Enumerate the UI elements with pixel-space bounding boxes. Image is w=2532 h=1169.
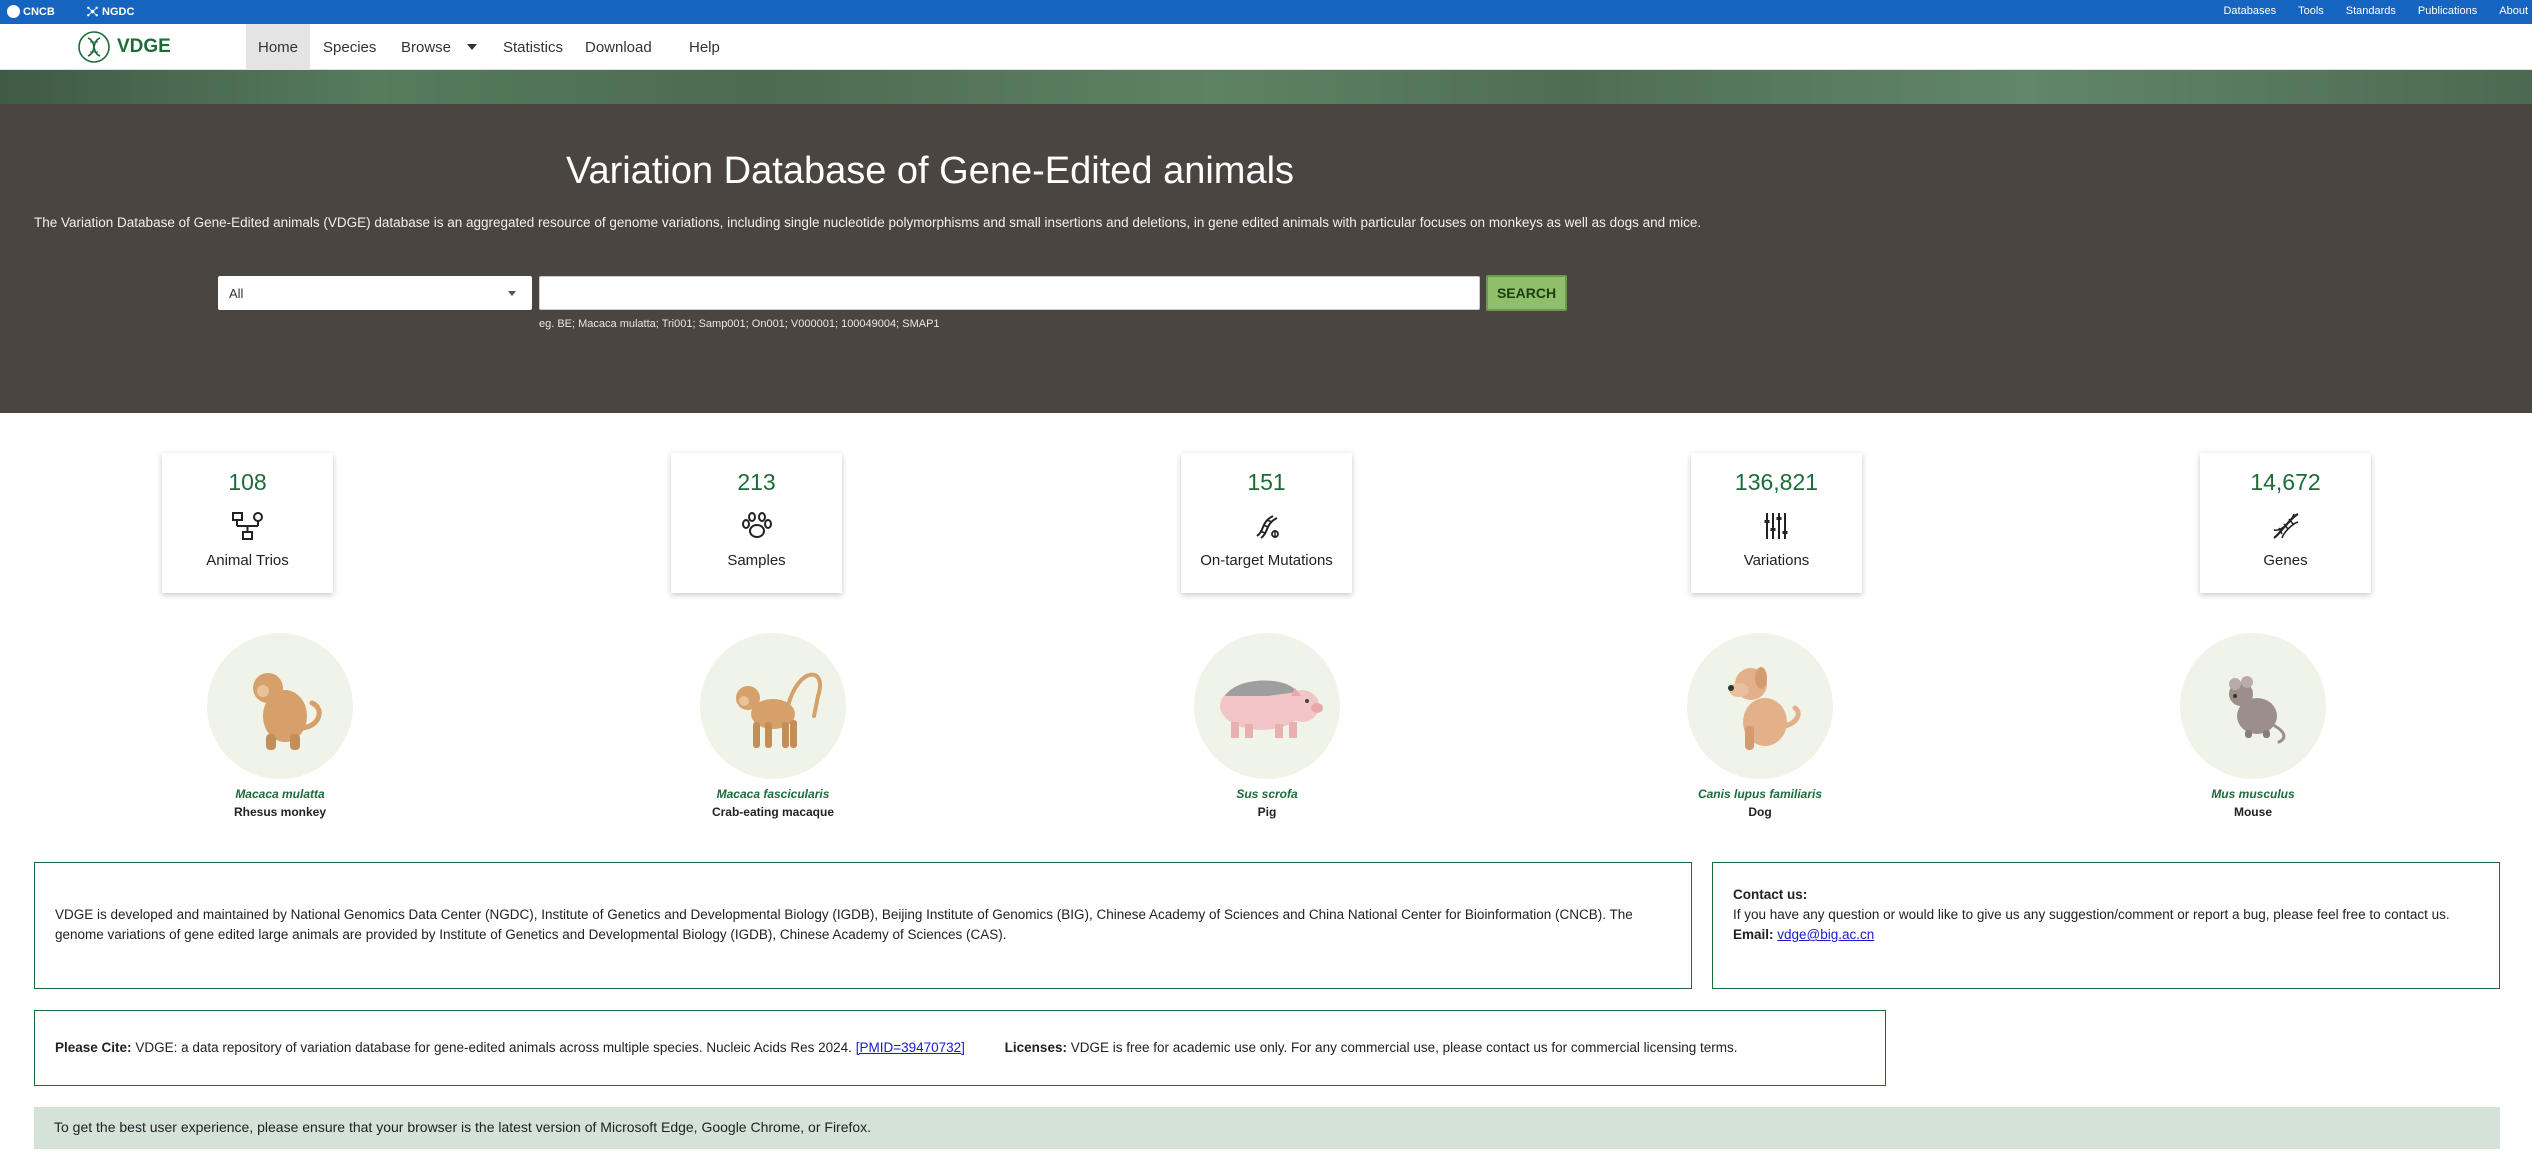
search-category-select[interactable]: All [218,276,532,310]
monkey-icon [253,673,322,750]
caret-down-icon [467,44,478,50]
top-link-tools[interactable]: Tools [2298,5,2324,17]
search-button[interactable]: SEARCH [1486,275,1567,311]
species-common-name: Dog [1748,805,1772,819]
macaque-icon [736,672,822,748]
email-label: Email: [1733,927,1774,942]
cite-label: Please Cite: [55,1040,132,1055]
email-link[interactable]: vdge@big.ac.cn [1777,927,1874,942]
search-hint: eg. BE; Macaca mulatta; Tri001; Samp001;… [539,318,940,330]
top-link-about[interactable]: About [2499,5,2528,17]
trio-icon [231,512,263,540]
species-common-name: Rhesus monkey [233,805,327,819]
stat-value: 108 [228,469,267,495]
hero-banner-image [0,70,2532,104]
license-label: Licenses: [1004,1040,1067,1055]
vdge-logo-icon [78,31,110,63]
main-nav: VDGE Home Species Browse Statistics Down… [0,24,2532,70]
top-link-standards[interactable]: Standards [2346,5,2396,17]
cite-text: VDGE: a data repository of variation dat… [135,1040,852,1055]
stat-value: 136,821 [1734,469,1819,495]
contact-heading: Contact us: [1733,887,1808,902]
stat-value: 151 [1247,469,1286,495]
license-text: VDGE is free for academic use only. For … [1070,1040,1738,1055]
page-title: Variation Database of Gene-Edited animal… [565,150,1295,192]
hero-description: The Variation Database of Gene-Edited an… [34,215,1702,230]
cncb-label: CNCB [23,5,55,18]
stat-card-samples[interactable]: 213 Samples [671,453,842,593]
search-category-value: All [229,286,244,301]
nav-menu: Home Species Browse Statistics Download … [246,24,749,70]
browser-notice: To get the best user experience, please … [34,1107,2500,1149]
stat-label: Variations [1743,552,1810,569]
species-item-mouse[interactable]: Mus musculus Mouse [2153,633,2353,819]
stat-value: 14,672 [2250,469,2321,495]
ngdc-label: NGDC [102,5,135,18]
paw-icon [741,512,772,538]
stat-card-trios[interactable]: 108 Animal Trios [162,453,333,593]
species-scientific-name: Mus musculus [2211,787,2295,801]
species-scientific-name: Macaca mulatta [235,787,325,801]
hero-section: Variation Database of Gene-Edited animal… [0,104,2532,413]
species-item-pig[interactable]: Sus scrofa Pig [1167,633,1367,819]
nav-download[interactable]: Download [585,24,689,70]
stat-card-genes[interactable]: 14,672 Genes [2200,453,2371,593]
search-input[interactable] [539,276,1480,310]
stat-label: On-target Mutations [1200,552,1333,569]
stat-card-mutations[interactable]: 151 On-target Mutations [1181,453,1352,593]
top-link-publications[interactable]: Publications [2418,5,2477,17]
dna-icon [2272,513,2299,539]
nav-help[interactable]: Help [689,24,749,70]
species-common-name: Mouse [2233,805,2272,819]
pig-icon [1220,680,1323,738]
species-item-dog[interactable]: Canis lupus familiaris Dog [1660,633,1860,819]
stat-label: Samples [727,552,786,569]
nav-species[interactable]: Species [323,24,395,70]
cncb-link[interactable]: CNCB [7,5,55,18]
top-link-databases[interactable]: Databases [2223,5,2276,17]
nav-browse-label: Browse [401,38,452,56]
species-item-rhesus[interactable]: Macaca mulatta Rhesus monkey [180,633,380,819]
variations-icon [1764,513,1787,539]
about-box: VDGE is developed and maintained by Nati… [34,862,1692,989]
mutation-icon [1255,515,1279,539]
stat-value: 213 [737,469,776,495]
site-logo[interactable]: VDGE [77,30,171,64]
nav-home[interactable]: Home [246,24,310,70]
nav-statistics[interactable]: Statistics [503,24,583,70]
dog-icon [1728,667,1801,750]
stat-label: Animal Trios [206,552,289,569]
pmid-link[interactable]: [PMID=39470732] [856,1040,965,1055]
species-item-crab-eating-macaque[interactable]: Macaca fascicularis Crab-eating macaque [673,633,873,819]
top-links: Databases Tools Standards Publications A… [2223,5,2532,17]
contact-text: If you have any question or would like t… [1733,907,2450,922]
species-scientific-name: Canis lupus familiaris [1697,787,1823,801]
ngdc-logo-icon [87,6,98,17]
stat-label: Genes [2263,552,2308,569]
site-name: VDGE [117,36,171,57]
nav-browse[interactable]: Browse [401,24,503,70]
ngdc-link[interactable]: NGDC [86,5,134,18]
stat-card-variations[interactable]: 136,821 Variations [1691,453,1862,593]
species-common-name: Crab-eating macaque [711,805,835,819]
cncb-logo-icon [7,5,20,18]
species-scientific-name: Macaca fascicularis [716,787,830,801]
contact-box: Contact us: If you have any question or … [1712,862,2500,989]
mouse-icon [2229,676,2286,744]
species-scientific-name: Sus scrofa [1236,787,1298,801]
species-common-name: Pig [1257,805,1277,819]
about-text: VDGE is developed and maintained by Nati… [55,907,1633,942]
cite-box: Please Cite: VDGE: a data repository of … [34,1010,1886,1086]
top-bar: CNCB NGDC Databases Tools Standards Publ… [0,0,2532,24]
select-arrow-icon [508,291,516,296]
